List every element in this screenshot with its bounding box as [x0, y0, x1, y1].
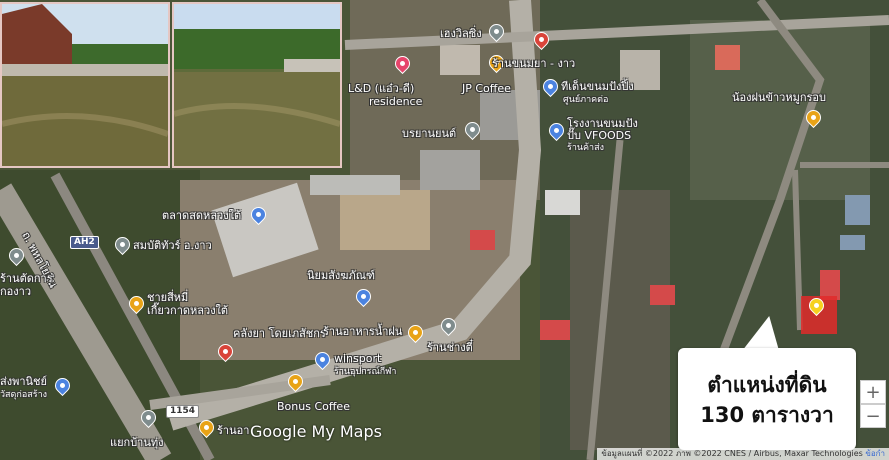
place-label[interactable]: residence [369, 96, 422, 108]
place-label[interactable]: กองาว [0, 286, 31, 298]
land-callout: ตำแหน่งที่ดิน 130 ตารางวา [678, 348, 856, 450]
map-attribution[interactable]: ข้อมูลแผนที่ ©2022 ภาพ ©2022 CNES / Airb… [597, 448, 889, 460]
place-label[interactable]: ทีเด็นขนมปังปิ้ง [561, 81, 634, 93]
ah2-road-shield: AH2 [70, 236, 99, 249]
place-label[interactable]: ส่งพานิชย์ [0, 376, 47, 388]
google-my-maps-logo: Google My Maps [250, 422, 382, 441]
place-label[interactable]: ร้านช่างตี๋ [427, 342, 473, 354]
place-label[interactable]: เกี๊ยวกาดหลวงใต้ [147, 305, 228, 317]
place-label[interactable]: L&D (แอ๋ว-ดี) [348, 83, 414, 95]
land-photo-2[interactable] [172, 2, 342, 168]
place-label[interactable]: ตลาดสดหลวงใต้ [162, 210, 241, 222]
place-label[interactable]: ร้านค้าส่ง [567, 142, 604, 154]
place-label[interactable]: winsport [334, 353, 381, 365]
place-label[interactable]: ชายสี่หมี่ [147, 292, 188, 304]
place-label[interactable]: น้องฝนข้าวหมูกรอบ [732, 92, 826, 104]
place-label[interactable]: ร้านขนมยา - งาว [492, 58, 575, 70]
callout-line-2: 130 ตารางวา [700, 403, 834, 427]
place-label[interactable]: ร้านอาหารน้ำฝน [323, 326, 402, 338]
land-photo-1[interactable] [0, 2, 170, 168]
place-label[interactable]: ปั๊บ VFOODS [567, 130, 631, 142]
place-label[interactable]: JP Coffee [462, 83, 511, 95]
route-shield: 1154 [166, 405, 200, 418]
place-label[interactable]: ศูนย์ภาคต่อ [563, 94, 608, 106]
place-label[interactable]: สมบัติทัวร์ อ.งาว [133, 240, 212, 252]
place-label[interactable]: คลังยา โดยเภสัชกร [233, 328, 326, 340]
place-label[interactable]: นิยมสังฆภัณฑ์ [307, 270, 375, 282]
place-label[interactable]: ร้านอา [217, 425, 249, 437]
place-label[interactable]: วัสดุก่อสร้าง [0, 389, 47, 401]
place-label[interactable]: แยกบ้านทุ่ง [110, 437, 164, 449]
place-label[interactable]: บรยานยนต์ [402, 128, 456, 140]
zoom-in-button[interactable]: + [860, 380, 886, 404]
place-label[interactable]: เฮงวิลซิ่ง [440, 28, 482, 40]
zoom-out-button[interactable]: − [860, 404, 886, 428]
place-label[interactable]: ร้านตัดการ [0, 273, 53, 285]
callout-line-1: ตำแหน่งที่ดิน [707, 373, 827, 397]
place-label[interactable]: Bonus Coffee [277, 401, 350, 413]
place-label[interactable]: ร้านอุปกรณ์กีฬา [334, 366, 396, 378]
